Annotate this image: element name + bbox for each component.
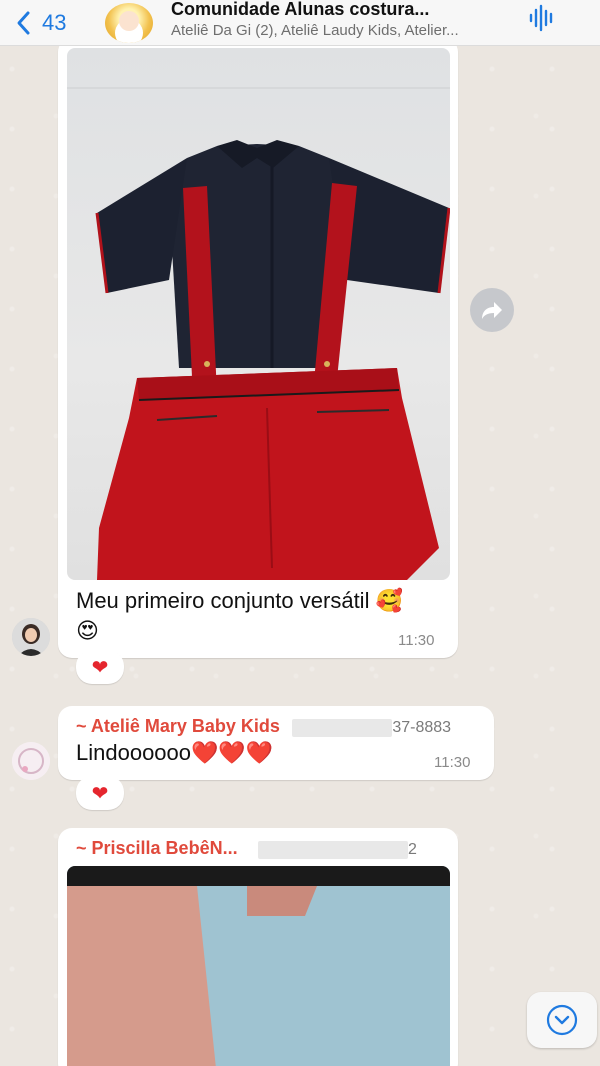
logo-avatar-icon: [12, 742, 50, 780]
chat-header: 43 Comunidade Alunas costura... Ateliê D…: [0, 0, 600, 46]
smiling-hearts-emoji: 🥰: [375, 588, 403, 613]
heart-reaction[interactable]: ❤: [76, 650, 124, 684]
caption-text: Meu primeiro conjunto versátil: [76, 588, 370, 613]
redacted-phone: [258, 840, 409, 859]
group-avatar[interactable]: [105, 2, 153, 43]
person-avatar-icon: [12, 618, 50, 656]
message-time: 11:30: [434, 754, 471, 771]
sender-phone: 37-8883: [392, 719, 452, 736]
message-time: 11:30: [398, 632, 435, 649]
group-info[interactable]: Comunidade Alunas costura... Ateliê Da G…: [171, 0, 521, 39]
scroll-to-bottom-button[interactable]: [527, 992, 597, 1048]
message-sender-row: ~ Priscilla BebêN... 2: [76, 838, 456, 859]
message-bubble-photo[interactable]: ~ Priscilla BebêN... 2: [58, 828, 458, 1066]
message-bubble-text[interactable]: ~ Ateliê Mary Baby Kids 37-8883 Lindoooo…: [58, 706, 494, 780]
message-photo[interactable]: [67, 866, 450, 1066]
sender-phone: 2: [408, 841, 417, 858]
message-photo[interactable]: [67, 48, 450, 580]
sender-name[interactable]: ~ Ateliê Mary Baby Kids: [76, 716, 280, 736]
sender-name[interactable]: ~ Priscilla BebêN...: [76, 838, 238, 858]
heart-reaction[interactable]: ❤: [76, 776, 124, 810]
unread-count: 43: [42, 9, 67, 35]
chevron-down-circle-icon: [546, 1004, 578, 1036]
redacted-phone: [292, 718, 393, 737]
chevron-left-icon: [17, 11, 30, 34]
forward-arrow-icon: [482, 302, 502, 319]
sender-avatar[interactable]: [12, 618, 50, 656]
heart-eyes-emoji: 😍: [76, 618, 99, 643]
group-title: Comunidade Alunas costura...: [171, 0, 430, 18]
waveform-icon[interactable]: [528, 4, 556, 32]
back-button[interactable]: 43: [0, 10, 95, 36]
message-bubble-photo[interactable]: Meu primeiro conjunto versátil 🥰 😍 11:30: [58, 38, 458, 658]
message-sender-row: ~ Ateliê Mary Baby Kids 37-8883: [76, 716, 486, 737]
forward-button[interactable]: [470, 288, 514, 332]
photo-caption: Meu primeiro conjunto versátil 🥰 😍: [76, 586, 403, 646]
sender-avatar[interactable]: [12, 742, 50, 780]
photo-preview-illustration: [67, 866, 450, 1066]
members-subtitle: Ateliê Da Gi (2), Ateliê Laudy Kids, Ate…: [171, 22, 459, 39]
outfit-photo-illustration: [67, 87, 450, 580]
message-text: Lindoooooo❤️❤️❤️: [76, 740, 274, 765]
